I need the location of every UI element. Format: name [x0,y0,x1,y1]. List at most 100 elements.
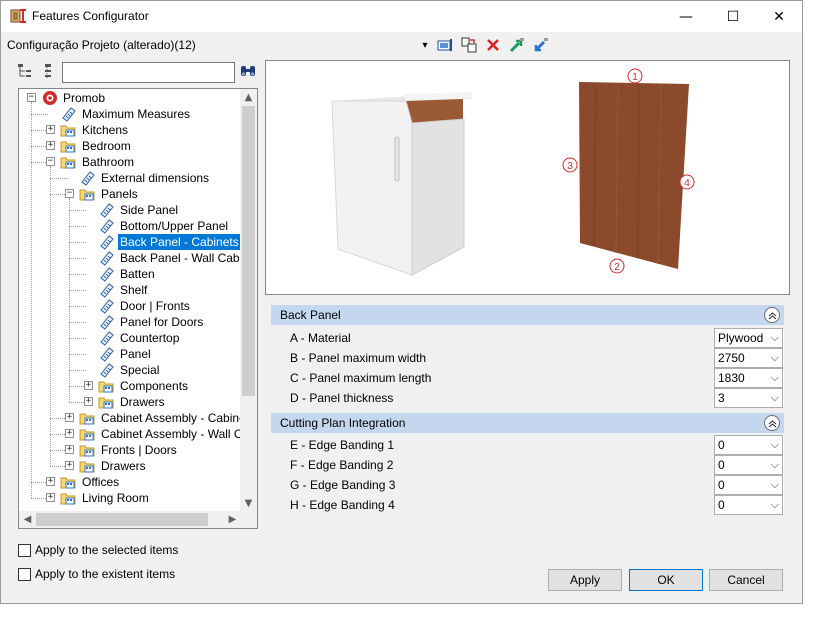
tree-item[interactable]: Bathroom [60,154,136,170]
property-row-max-width[interactable]: B - Panel maximum width 2750 ⌵ [271,348,784,368]
delete-x-icon[interactable] [484,36,502,54]
max-length-select[interactable]: 1830 ⌵ [714,368,783,388]
property-value: 0 [718,478,725,492]
expand-node-icon[interactable]: + [65,413,74,422]
tree-item[interactable]: Promob [41,90,107,106]
apply-existent-label: Apply to the existent items [35,567,176,581]
title-bar[interactable]: Features Configurator — ☐ ✕ [1,1,802,32]
ok-button[interactable]: OK [629,569,703,591]
tree-item[interactable]: Offices [60,474,121,490]
tree-item[interactable]: Panel for Doors [98,314,205,330]
scroll-left-icon[interactable]: ◀ [19,511,36,528]
expand-tree-icon[interactable] [17,63,35,81]
tree-vertical-scroll-thumb[interactable] [242,106,255,396]
property-row-edge-banding-1[interactable]: E - Edge Banding 1 0 ⌵ [271,435,784,455]
tree-vertical-scrollbar[interactable]: ▲ ▼ [240,89,257,512]
property-row-max-length[interactable]: C - Panel maximum length 1830 ⌵ [271,368,784,388]
property-row-material[interactable]: A - Material Plywood ⌵ [271,328,784,348]
property-name: B - Panel maximum width [271,348,714,368]
tree-connector-line [31,114,48,115]
export-icon[interactable] [508,36,526,54]
minimize-button[interactable]: — [663,1,709,32]
expand-node-icon[interactable]: + [65,461,74,470]
tree-item[interactable]: Back Panel - Cabinets [98,234,241,250]
tree-connector-line [69,370,86,371]
expand-node-icon[interactable]: + [65,445,74,454]
maximize-button[interactable]: ☐ [710,1,756,32]
expand-node-icon[interactable]: + [65,429,74,438]
apply-existent-option[interactable]: Apply to the existent items [18,567,175,581]
property-row-thickness[interactable]: D - Panel thickness 3 ⌵ [271,388,784,408]
expand-node-icon[interactable]: + [46,141,55,150]
tree-item[interactable]: Cabinet Assembly - Wall Cabinets [79,426,241,442]
property-row-edge-banding-2[interactable]: F - Edge Banding 2 0 ⌵ [271,455,784,475]
panel-settings-icon[interactable] [436,36,454,54]
apply-button[interactable]: Apply [548,569,622,591]
collapse-node-icon[interactable]: − [46,157,55,166]
close-button[interactable]: ✕ [756,1,802,32]
tree-item[interactable]: Kitchens [60,122,130,138]
expand-node-icon[interactable]: + [46,493,55,502]
import-icon[interactable] [532,36,550,54]
tree-item[interactable]: Bottom/Upper Panel [98,218,230,234]
search-input[interactable] [62,62,235,83]
tree-item[interactable]: Drawers [98,394,167,410]
tree-item[interactable]: Living Room [60,490,151,506]
copy-paste-icon[interactable] [460,36,478,54]
group-header-back-panel[interactable]: Back Panel [271,305,784,325]
tree-item[interactable]: Components [98,378,190,394]
property-row-edge-banding-4[interactable]: H - Edge Banding 4 0 ⌵ [271,495,784,515]
tree-horizontal-scrollbar[interactable]: ◀ ▶ [19,511,241,528]
chevron-down-icon[interactable]: ▾ [420,36,430,54]
edge-banding-4-select[interactable]: 0 ⌵ [714,495,783,515]
tree-item[interactable]: Countertop [98,330,181,346]
tree-item[interactable]: Door | Fronts [98,298,192,314]
property-value: 1830 [718,371,745,385]
material-select[interactable]: Plywood ⌵ [714,328,783,348]
expand-node-icon[interactable]: + [46,477,55,486]
collapse-node-icon[interactable]: − [27,93,36,102]
scroll-down-icon[interactable]: ▼ [240,495,257,512]
preview-drawing: 1 2 3 4 [331,68,695,276]
tree-item[interactable]: External dimensions [79,170,211,186]
collapse-tree-icon[interactable] [41,63,59,81]
cancel-button[interactable]: Cancel [709,569,783,591]
apply-selected-checkbox[interactable] [18,543,31,557]
features-tree[interactable]: − Promob Maximum Measures + Kitchens + Bedroom… [18,88,258,529]
binoculars-search-icon[interactable] [239,63,257,81]
property-row-edge-banding-3[interactable]: G - Edge Banding 3 0 ⌵ [271,475,784,495]
tree-item[interactable]: Back Panel - Wall Cabinets [98,250,241,266]
max-width-select[interactable]: 2750 ⌵ [714,348,783,368]
group-header-cutting-plan[interactable]: Cutting Plan Integration [271,413,784,433]
tree-item[interactable]: Maximum Measures [60,106,192,122]
edge-banding-1-select[interactable]: 0 ⌵ [714,435,783,455]
tree-item[interactable]: Bedroom [60,138,133,154]
tree-item[interactable]: Fronts | Doors [79,442,179,458]
apply-selected-option[interactable]: Apply to the selected items [18,543,178,557]
tree-item[interactable]: Batten [98,266,157,282]
expand-node-icon[interactable]: + [46,125,55,134]
ruler-icon [98,282,115,298]
scroll-up-icon[interactable]: ▲ [240,89,257,106]
edge-banding-2-select[interactable]: 0 ⌵ [714,455,783,475]
tree-horizontal-scroll-thumb[interactable] [36,513,208,526]
expand-node-icon[interactable]: + [84,397,93,406]
collapse-chevron-icon[interactable] [764,415,780,431]
collapse-node-icon[interactable]: − [65,189,74,198]
expand-node-icon[interactable]: + [84,381,93,390]
tree-item[interactable]: Cabinet Assembly - Cabinets [79,410,241,426]
thickness-select[interactable]: 3 ⌵ [714,388,783,408]
edge-banding-3-select[interactable]: 0 ⌵ [714,475,783,495]
tree-item-label: Drawers [101,459,146,473]
tree-item[interactable]: Shelf [98,282,149,298]
tree-connector-line [69,290,86,291]
tree-item[interactable]: Panel [98,346,153,362]
tree-item[interactable]: Side Panel [98,202,180,218]
tree-item[interactable]: Panels [79,186,140,202]
tree-item[interactable]: Special [98,362,161,378]
apply-existent-checkbox[interactable] [18,567,31,581]
tree-item[interactable]: Drawers [79,458,148,474]
scroll-right-icon[interactable]: ▶ [224,511,241,528]
tree-item-label: Back Panel - Wall Cabinets [120,251,241,265]
collapse-chevron-icon[interactable] [764,307,780,323]
